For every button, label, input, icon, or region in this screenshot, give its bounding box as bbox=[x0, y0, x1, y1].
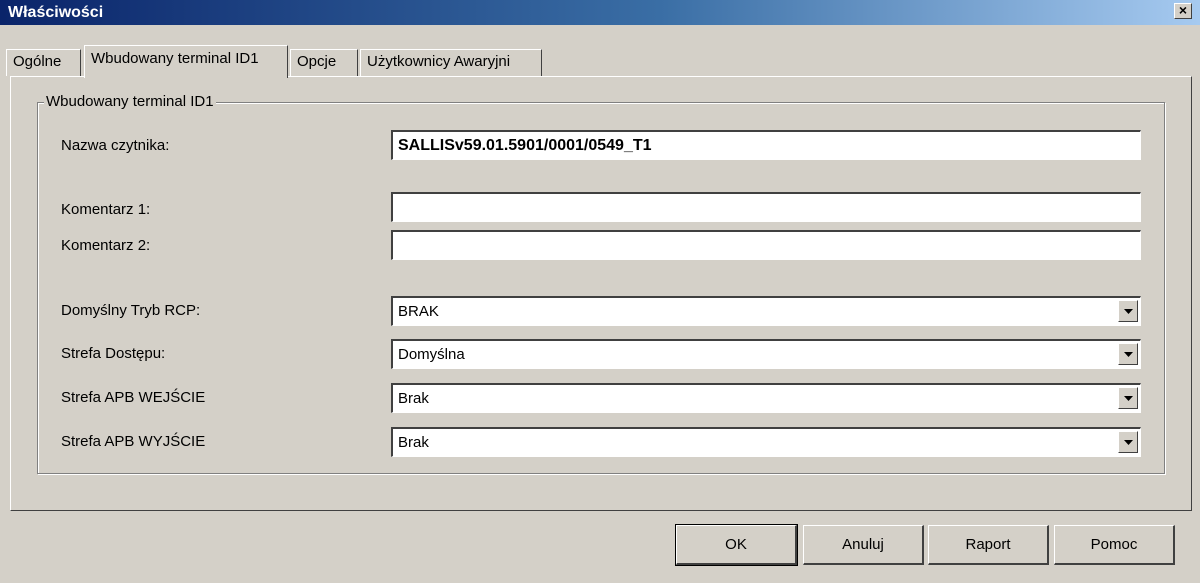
apb-in-label: Strefa APB WEJŚCIE bbox=[61, 389, 206, 406]
apb-in-value: Brak bbox=[398, 390, 429, 407]
ok-button[interactable]: OK bbox=[675, 524, 798, 566]
groupbox-title: Wbudowany terminal ID1 bbox=[44, 93, 216, 111]
comment2-field[interactable] bbox=[391, 230, 1141, 260]
tab-strip: Ogólne Wbudowany terminal ID1 Opcje Użyt… bbox=[0, 25, 1200, 78]
comment1-label: Komentarz 1: bbox=[61, 201, 151, 218]
title-bar: Właściwości × bbox=[0, 0, 1200, 25]
close-icon: × bbox=[1178, 2, 1188, 18]
tab-options[interactable]: Opcje bbox=[290, 49, 358, 76]
apb-in-select[interactable]: Brak bbox=[391, 383, 1141, 413]
access-zone-label: Strefa Dostępu: bbox=[61, 345, 166, 362]
apb-out-select[interactable]: Brak bbox=[391, 427, 1141, 457]
apb-out-label: Strefa APB WYJŚCIE bbox=[61, 433, 206, 450]
apb-in-dropdown-button[interactable] bbox=[1118, 387, 1138, 409]
comment2-label: Komentarz 2: bbox=[61, 237, 151, 254]
tab-emergency-users[interactable]: Użytkownicy Awaryjni bbox=[360, 49, 542, 76]
comment1-field[interactable] bbox=[391, 192, 1141, 222]
reader-name-label: Nazwa czytnika: bbox=[61, 137, 170, 154]
help-button[interactable]: Pomoc bbox=[1054, 525, 1175, 565]
chevron-down-icon bbox=[1124, 440, 1133, 445]
rcp-mode-value: BRAK bbox=[398, 303, 439, 320]
chevron-down-icon bbox=[1124, 352, 1133, 357]
chevron-down-icon bbox=[1124, 396, 1133, 401]
access-zone-value: Domyślna bbox=[398, 346, 465, 363]
chevron-down-icon bbox=[1124, 309, 1133, 314]
cancel-button[interactable]: Anuluj bbox=[803, 525, 924, 565]
rcp-mode-select[interactable]: BRAK bbox=[391, 296, 1141, 326]
rcp-mode-dropdown-button[interactable] bbox=[1118, 300, 1138, 322]
apb-out-value: Brak bbox=[398, 434, 429, 451]
report-button[interactable]: Raport bbox=[928, 525, 1049, 565]
access-zone-dropdown-button[interactable] bbox=[1118, 343, 1138, 365]
tab-panel: Wbudowany terminal ID1 Nazwa czytnika: S… bbox=[10, 76, 1192, 511]
close-button[interactable]: × bbox=[1174, 3, 1192, 19]
tab-general[interactable]: Ogólne bbox=[6, 49, 81, 76]
access-zone-select[interactable]: Domyślna bbox=[391, 339, 1141, 369]
reader-name-field[interactable]: SALLISv59.01.5901/0001/0549_T1 bbox=[391, 130, 1141, 160]
apb-out-dropdown-button[interactable] bbox=[1118, 431, 1138, 453]
rcp-mode-label: Domyślny Tryb RCP: bbox=[61, 302, 201, 319]
tab-builtin-terminal[interactable]: Wbudowany terminal ID1 bbox=[84, 45, 288, 78]
window-title: Właściwości bbox=[8, 4, 104, 21]
